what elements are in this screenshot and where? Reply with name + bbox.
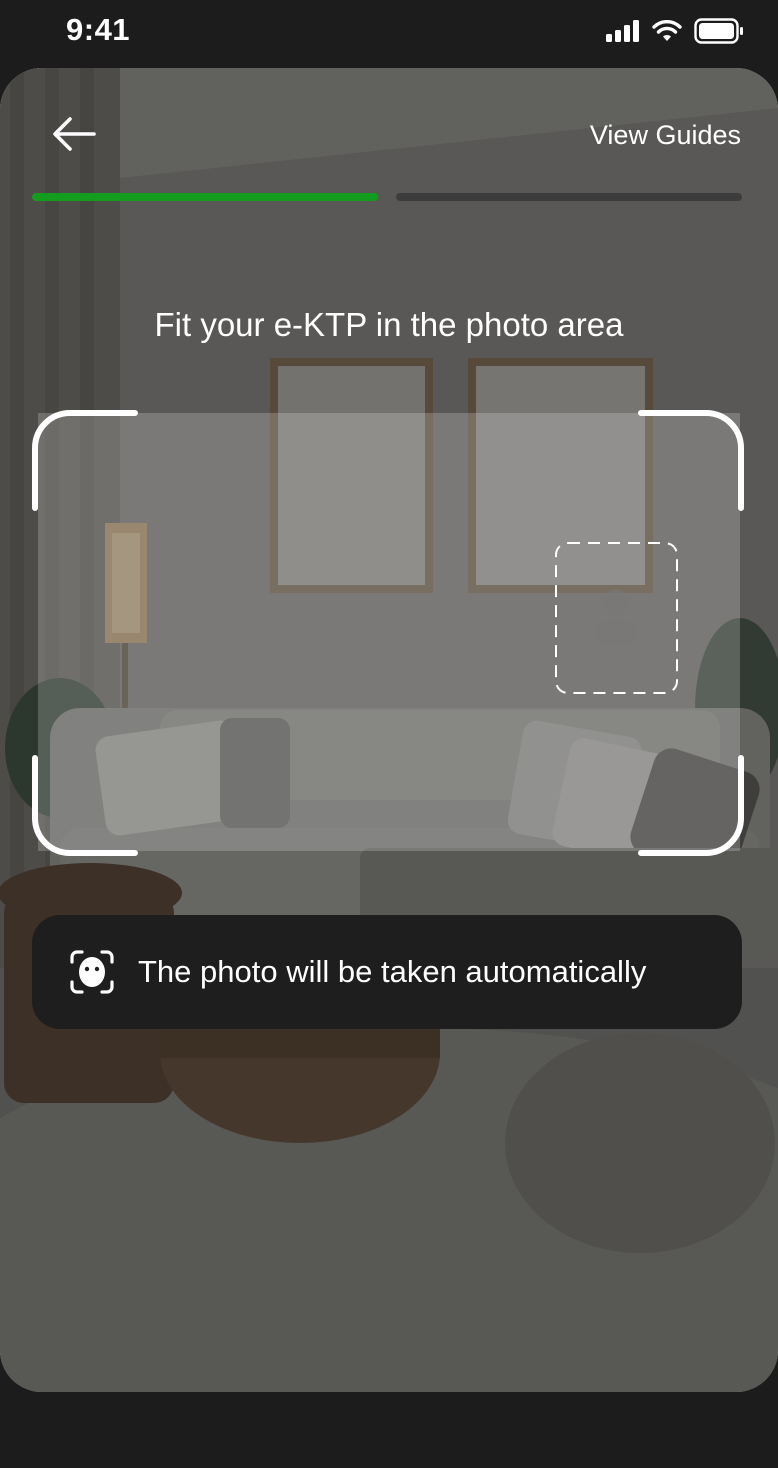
frame-corner-bottom-right [638,755,744,856]
instruction-text: Fit your e-KTP in the photo area [154,306,624,343]
wifi-icon [652,20,682,41]
frame-corner-bottom-left [32,755,138,856]
view-guides-button[interactable]: View Guides [590,120,741,151]
status-icons [606,16,744,46]
progress-step-2 [396,193,742,201]
progress-step-1 [32,193,378,201]
person-photo-icon [594,589,638,645]
step-progress [32,193,742,201]
camera-capture-screen: 9:41 View Guides Fit your e-KTP in the p… [0,0,778,1468]
face-scan-icon [70,950,114,994]
auto-capture-banner: The photo will be taken automatically [32,915,742,1029]
frame-corner-top-left [32,410,138,511]
frame-corner-top-right [638,410,744,511]
arrow-left-icon [53,117,96,151]
status-bar: 9:41 [0,0,778,62]
battery-icon [694,18,743,44]
back-button[interactable] [50,114,98,154]
signal-icon [606,20,639,42]
scan-frame [32,410,744,856]
photo-placeholder [555,542,678,694]
camera-viewfinder: View Guides Fit your e-KTP in the photo … [0,68,778,1392]
auto-capture-text: The photo will be taken automatically [138,954,647,989]
status-time: 9:41 [66,12,131,47]
